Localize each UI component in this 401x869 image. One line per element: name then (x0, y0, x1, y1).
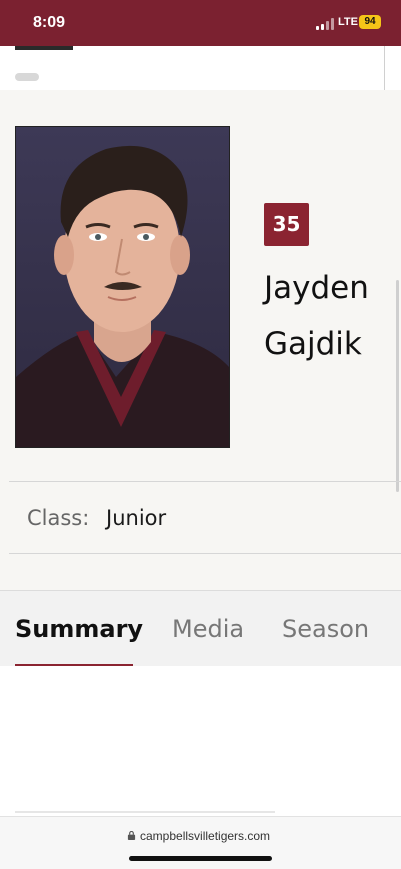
home-indicator[interactable] (129, 856, 272, 861)
jersey-number-badge: 35 (264, 203, 309, 246)
tab-content (0, 666, 401, 816)
class-value: Junior (106, 506, 167, 530)
player-first-name: Jayden (264, 270, 369, 306)
tab-media[interactable]: Media (172, 615, 244, 643)
player-headshot-icon (16, 127, 229, 447)
lock-icon (127, 831, 136, 840)
tab-season[interactable]: Season (282, 615, 369, 643)
player-photo (15, 126, 230, 448)
network-type: LTE (338, 16, 358, 28)
content-divider (15, 811, 275, 813)
scroll-pill (15, 73, 39, 81)
browser-url-bar[interactable]: campbellsvilletigers.com (0, 816, 401, 869)
divider (384, 46, 385, 90)
player-last-name: Gajdik (264, 326, 362, 362)
previous-section (0, 46, 401, 91)
signal-icon (316, 18, 336, 30)
scrollbar[interactable] (396, 280, 399, 492)
divider-bottom (9, 553, 401, 554)
tab-summary[interactable]: Summary (15, 615, 143, 643)
battery-icon: 94 (359, 15, 381, 29)
status-time: 8:09 (33, 14, 66, 31)
divider-top (9, 481, 401, 482)
status-bar: 8:09 LTE 94 (0, 0, 401, 46)
url-text[interactable]: campbellsvilletigers.com (140, 829, 270, 843)
player-card: 35 Jayden Gajdik Class: Junior (0, 90, 401, 590)
class-label: Class: (27, 506, 90, 530)
tab-bar: Summary Media Season (0, 590, 401, 668)
thumbnail-image (15, 46, 73, 50)
